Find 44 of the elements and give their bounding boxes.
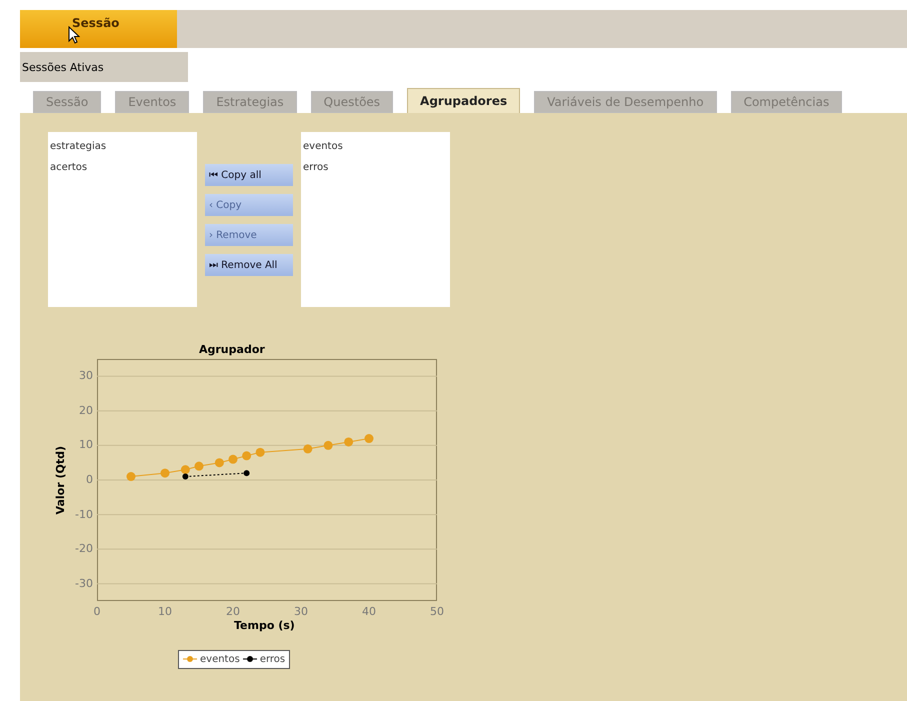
y-tick-label: 20 <box>79 404 93 417</box>
data-point <box>228 454 238 464</box>
data-point <box>160 468 170 478</box>
data-point <box>244 470 250 476</box>
list-item[interactable]: acertos <box>50 157 197 178</box>
data-point <box>214 458 224 468</box>
legend-label: erros <box>260 654 286 664</box>
x-tick-label: 0 <box>92 605 102 618</box>
available-list[interactable]: estrategias acertos <box>48 132 197 307</box>
y-tick-label: -20 <box>75 542 93 556</box>
y-axis-label: Valor (Qtd) <box>54 446 68 514</box>
x-tick-label: 10 <box>157 605 173 618</box>
data-point <box>256 448 265 457</box>
x-axis-label: Tempo (s) <box>234 619 296 634</box>
y-tick-label: 30 <box>79 369 93 382</box>
list-item[interactable]: eventos <box>303 136 450 157</box>
list-item[interactable]: estrategias <box>50 136 197 157</box>
y-tick-label: 10 <box>79 438 93 452</box>
menu-button[interactable]: Sessão <box>20 10 177 48</box>
data-point <box>126 472 136 482</box>
legend-marker-icon <box>183 654 197 664</box>
data-point <box>194 462 204 471</box>
x-tick-label: 20 <box>225 605 241 618</box>
legend-label: eventos <box>200 654 240 664</box>
chart-title: Agrupador <box>199 343 266 358</box>
y-tick-label: 0 <box>86 473 93 486</box>
pointer-cursor-icon <box>68 26 80 44</box>
x-tick-label: 40 <box>361 605 377 618</box>
data-point <box>344 437 354 446</box>
menu-item[interactable]: Sessões Ativas <box>20 52 188 82</box>
selected-list[interactable]: eventos erros <box>301 132 450 307</box>
legend-marker-icon <box>242 654 257 664</box>
data-point <box>324 440 333 450</box>
data-point <box>364 434 374 444</box>
data-point <box>303 444 312 454</box>
x-tick-label: 30 <box>293 605 309 618</box>
list-item[interactable]: erros <box>303 157 450 178</box>
x-tick-label: 50 <box>429 605 445 618</box>
list-action-button[interactable]: ⏭ Remove All <box>205 254 293 276</box>
tab[interactable]: Agrupadores <box>407 88 520 113</box>
y-tick-label: -10 <box>75 508 93 521</box>
data-point <box>242 451 252 460</box>
y-tick-label: -30 <box>75 576 93 590</box>
list-action-button[interactable]: ⏮ Copy all <box>205 164 293 186</box>
